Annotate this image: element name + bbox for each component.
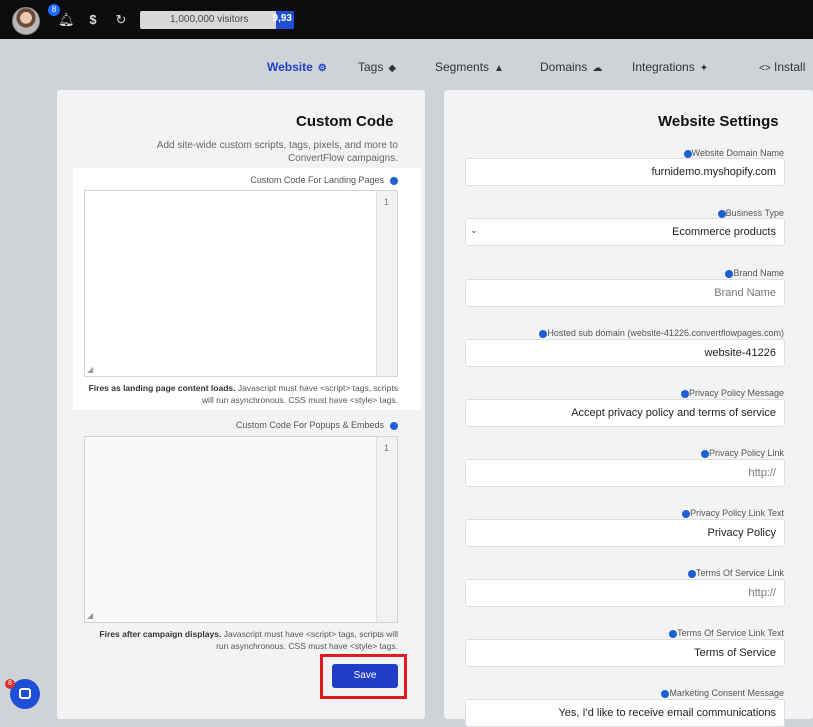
tag-icon: ◆: [388, 63, 397, 74]
field-label-text: Website Domain Name: [691, 148, 784, 158]
field-label-text: Privacy Policy Link Text: [690, 508, 784, 518]
input-value: website-41226: [704, 347, 776, 359]
input-placeholder: http://: [748, 467, 776, 479]
tab-label: Segments: [435, 60, 490, 74]
avatar[interactable]: [12, 7, 40, 35]
field-label-text: Privacy Policy Message: [688, 388, 784, 398]
input-value: Yes, I'd like to receive email communica…: [558, 707, 776, 719]
settings-input[interactable]: Accept privacy policy and terms of servi…: [465, 399, 785, 427]
field-label: Terms Of Service Link: [470, 568, 784, 578]
popups-note-text: Javascript must have <script> tags, scri…: [216, 629, 398, 651]
visitor-usage-bar: 9,93 1,000,000 visitors: [140, 11, 294, 29]
info-icon[interactable]: [700, 449, 709, 458]
business-type-select[interactable]: Ecommerce products ⌄: [465, 218, 785, 246]
field-label: Brand Name: [470, 268, 784, 278]
tab-label: Domains: [540, 60, 588, 74]
field-label: Privacy Policy Link Text: [470, 508, 784, 518]
resize-handle-icon[interactable]: ◢: [87, 611, 93, 620]
field-label-text: Hosted sub domain (website-41226.convert…: [547, 328, 784, 338]
settings-input[interactable]: http://: [465, 459, 785, 487]
settings-input[interactable]: Terms of Service: [465, 639, 785, 667]
settings-input[interactable]: furnidemo.myshopify.com: [465, 158, 785, 186]
info-icon[interactable]: [680, 389, 689, 398]
visitor-limit: 1,000,000 visitors: [170, 14, 249, 25]
info-icon[interactable]: [717, 209, 726, 218]
tab-tags[interactable]: Tags ◆: [358, 60, 396, 74]
dollar-icon[interactable]: $: [85, 12, 101, 28]
input-value: furnidemo.myshopify.com: [651, 166, 776, 178]
user-icon: ▲: [494, 63, 504, 74]
field-label: Hosted sub domain (website-41226.convert…: [470, 328, 784, 338]
field-label: Website Domain Name: [470, 148, 784, 158]
field-label-text: Terms Of Service Link Text: [677, 628, 784, 638]
input-value: Accept privacy policy and terms of servi…: [571, 407, 776, 419]
tab-website[interactable]: Website ⚙: [267, 60, 327, 74]
field-label: Privacy Policy Link: [470, 448, 784, 458]
popups-code-label-text: Custom Code For Popups & Embeds: [235, 420, 384, 430]
tab-label: Website: [267, 60, 313, 74]
settings-input[interactable]: website-41226: [465, 339, 785, 367]
code-icon: <>: [759, 63, 771, 74]
input-value: Ecommerce products: [672, 226, 776, 238]
info-icon[interactable]: [669, 629, 678, 638]
field-label: Terms Of Service Link Text: [470, 628, 784, 638]
field-label-text: Business Type: [725, 208, 784, 218]
landing-code-editor[interactable]: 1 ◢: [84, 190, 398, 377]
popups-code-label: Custom Code For Popups & Embeds: [210, 420, 398, 430]
landing-code-label-text: Custom Code For Landing Pages: [250, 175, 384, 185]
website-settings-title: Website Settings: [658, 113, 779, 130]
tab-label: Integrations: [632, 60, 695, 74]
field-label-text: Marketing Consent Message: [669, 688, 784, 698]
input-placeholder: http://: [748, 587, 776, 599]
tab-label: Tags: [358, 60, 384, 74]
settings-input[interactable]: http://: [465, 579, 785, 607]
field-label: Business Type: [470, 208, 784, 218]
line-number: 1: [383, 443, 389, 453]
gear-icon: ⚙: [317, 63, 327, 74]
visitor-count: 9,93: [272, 13, 292, 24]
landing-code-note: Fires as landing page content loads. Jav…: [88, 382, 398, 406]
info-icon[interactable]: [687, 569, 696, 578]
tab-integrations[interactable]: Integrations ✦: [632, 60, 708, 74]
field-label-text: Brand Name: [733, 268, 784, 278]
settings-input[interactable]: Yes, I'd like to receive email communica…: [465, 699, 785, 727]
input-value: Privacy Policy: [707, 527, 776, 539]
field-label-text: Terms Of Service Link: [695, 568, 784, 578]
chat-unread-badge: 8: [5, 679, 15, 689]
input-placeholder: Brand Name: [714, 287, 776, 299]
input-value: Terms of Service: [694, 647, 776, 659]
resize-handle-icon[interactable]: ◢: [87, 365, 93, 374]
chevron-down-icon: ⌄: [470, 225, 478, 235]
tab-segments[interactable]: Segments ▲: [435, 60, 504, 74]
tab-install[interactable]: <> Install: [754, 60, 805, 74]
popups-note-bold: Fires after campaign displays.: [99, 629, 222, 639]
tab-label: Install: [774, 60, 806, 74]
cloud-icon: ☁: [592, 63, 603, 74]
field-label: Privacy Policy Message: [470, 388, 784, 398]
info-icon[interactable]: [390, 421, 398, 430]
line-number: 1: [383, 197, 389, 207]
puzzle-icon: ✦: [699, 63, 709, 74]
popups-code-note: Fires after campaign displays. Javascrip…: [88, 628, 398, 652]
custom-code-description: Add site-wide custom scripts, tags, pixe…: [156, 140, 398, 164]
chat-bubble-icon: [19, 688, 31, 699]
field-label-text: Privacy Policy Link: [708, 448, 784, 458]
save-button[interactable]: Save: [332, 664, 398, 688]
landing-code-label: Custom Code For Landing Pages: [240, 175, 398, 185]
popups-code-editor[interactable]: 1 ◢: [84, 436, 398, 623]
custom-code-title: Custom Code: [296, 113, 394, 130]
info-icon[interactable]: [683, 149, 692, 158]
field-label: Marketing Consent Message: [470, 688, 784, 698]
tab-domains[interactable]: Domains ☁: [540, 60, 602, 74]
landing-note-bold: Fires as landing page content loads.: [88, 383, 236, 393]
line-gutter: 1: [376, 191, 397, 376]
info-icon[interactable]: [682, 509, 691, 518]
settings-input[interactable]: Brand Name: [465, 279, 785, 307]
line-gutter: 1: [376, 437, 397, 622]
refresh-icon[interactable]: ↻: [113, 12, 129, 28]
info-icon[interactable]: [390, 176, 398, 185]
bell-icon[interactable]: 🔔︎: [58, 12, 75, 28]
settings-input[interactable]: Privacy Policy: [465, 519, 785, 547]
